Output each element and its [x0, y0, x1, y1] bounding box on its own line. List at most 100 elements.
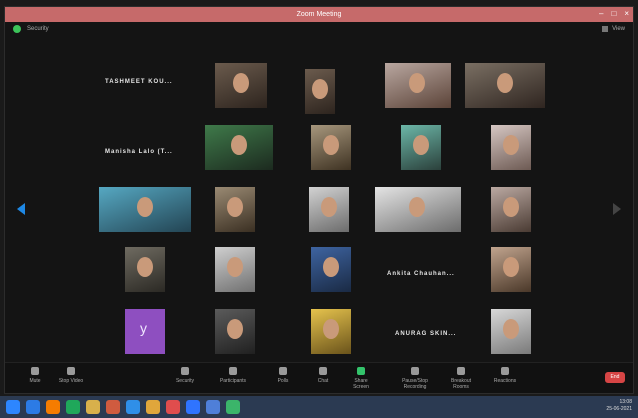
window-controls: – □ × — [599, 9, 629, 18]
firefox-icon[interactable] — [46, 400, 60, 414]
mute-label: Mute — [29, 378, 41, 384]
participant-video-tile[interactable] — [215, 63, 285, 117]
face-icon — [227, 257, 243, 277]
stop-video-label: Stop Video — [58, 378, 84, 384]
face-icon — [233, 73, 249, 93]
participant-video-tile[interactable] — [311, 125, 381, 179]
face-icon — [503, 197, 519, 217]
participant-video-tile[interactable] — [491, 309, 561, 363]
close-icon[interactable]: × — [624, 9, 629, 18]
participant-video-tile[interactable] — [205, 125, 275, 179]
grid-icon[interactable] — [602, 26, 609, 32]
taskbar-clock[interactable]: 13:08 25-06-2021 — [606, 399, 632, 413]
share-screen-button[interactable]: Share Screen — [347, 367, 375, 390]
participant-video — [311, 125, 351, 170]
reactions-button[interactable]: Reactions — [491, 367, 519, 384]
participant-video — [491, 247, 531, 292]
face-icon — [227, 319, 243, 339]
reactions-label: Reactions — [493, 378, 517, 384]
participant-video-tile[interactable] — [311, 247, 381, 301]
participant-video-tile[interactable] — [311, 309, 381, 363]
app-icon[interactable] — [206, 400, 220, 414]
window-title: Zoom Meeting — [296, 11, 342, 18]
participant-video-tile[interactable] — [385, 63, 455, 117]
next-page-arrow[interactable] — [613, 203, 621, 215]
participant-name-tile[interactable]: TASHMEET KOU... — [105, 79, 173, 85]
participant-video — [465, 63, 545, 108]
breakout-rooms-button[interactable]: Breakout Rooms — [445, 367, 477, 390]
breakout-rooms-icon — [457, 367, 465, 375]
security-button[interactable]: Security — [171, 367, 199, 384]
participant-video — [215, 247, 255, 292]
participant-video-tile[interactable] — [125, 247, 195, 301]
meeting-toolbar: Mute Stop Video Security Participants Po… — [5, 362, 633, 393]
app-icon[interactable] — [66, 400, 80, 414]
face-icon — [503, 319, 519, 339]
participant-video — [215, 63, 267, 108]
clock-time: 13:08 — [619, 399, 632, 405]
microphone-icon — [31, 367, 39, 375]
participant-video-tile[interactable] — [375, 187, 461, 241]
recording-button[interactable]: Pause/Stop Recording — [397, 367, 433, 390]
participant-video — [491, 125, 531, 170]
recording-label: Pause/Stop Recording — [402, 378, 428, 390]
participant-video — [215, 187, 255, 232]
participant-video — [491, 309, 531, 354]
face-icon — [321, 197, 337, 217]
security-label[interactable]: Security — [27, 26, 49, 32]
app-icon[interactable] — [126, 400, 140, 414]
participant-video — [491, 187, 531, 232]
face-icon — [231, 135, 247, 155]
participant-video — [305, 69, 335, 114]
participant-video-tile[interactable] — [99, 187, 191, 241]
shield-icon[interactable] — [13, 25, 21, 33]
minimize-icon[interactable]: – — [599, 9, 603, 18]
participant-video-tile[interactable] — [401, 125, 471, 179]
participant-video-tile[interactable] — [215, 247, 285, 301]
stop-video-button[interactable]: Stop Video — [57, 367, 85, 384]
zoom-icon[interactable] — [186, 400, 200, 414]
share-screen-label: Share Screen — [353, 378, 369, 390]
participant-name-tile[interactable]: Manisha Lalo (T... — [105, 149, 173, 155]
chat-button[interactable]: Chat — [309, 367, 337, 384]
participant-video-tile[interactable]: y — [125, 309, 195, 363]
face-icon — [409, 73, 425, 93]
participant-video-tile[interactable] — [215, 309, 285, 363]
polls-button[interactable]: Polls — [269, 367, 297, 384]
participants-button[interactable]: Participants — [219, 367, 247, 384]
face-icon — [323, 257, 339, 277]
participant-video-tile[interactable] — [491, 247, 561, 301]
previous-page-arrow[interactable] — [17, 203, 25, 215]
participant-name-tile[interactable]: ANURAG SKIN... — [395, 331, 456, 337]
chat-icon — [319, 367, 327, 375]
participant-video — [311, 309, 351, 354]
chrome-icon[interactable] — [146, 400, 160, 414]
folder-icon[interactable] — [86, 400, 100, 414]
avatar-initial-icon: y — [140, 320, 147, 336]
participant-video — [309, 187, 349, 232]
participant-video-tile[interactable] — [465, 63, 545, 117]
app-icon[interactable] — [166, 400, 180, 414]
participant-video — [311, 247, 351, 292]
participant-video-tile[interactable] — [491, 187, 561, 241]
face-icon — [323, 319, 339, 339]
participants-icon — [229, 367, 237, 375]
chat-label: Chat — [317, 378, 329, 384]
participant-grid: TASHMEET KOU... Manisha Lalo (T... Ankit… — [65, 39, 567, 359]
maximize-icon[interactable]: □ — [611, 9, 616, 18]
participant-video — [205, 125, 273, 170]
participant-video-tile[interactable] — [491, 125, 561, 179]
participant-video-tile[interactable] — [215, 187, 285, 241]
participant-video — [99, 187, 191, 232]
participant-video-tile[interactable] — [305, 69, 375, 123]
participant-video-tile[interactable] — [309, 187, 379, 241]
mute-button[interactable]: Mute — [21, 367, 49, 384]
start-icon[interactable] — [6, 400, 20, 414]
app-icon[interactable] — [106, 400, 120, 414]
participant-name-tile[interactable]: Ankita Chauhan... — [387, 271, 455, 277]
view-button[interactable]: View — [612, 26, 625, 32]
app-icon[interactable] — [226, 400, 240, 414]
face-icon — [497, 73, 513, 93]
end-button[interactable]: End — [605, 372, 625, 383]
edge-icon[interactable] — [26, 400, 40, 414]
